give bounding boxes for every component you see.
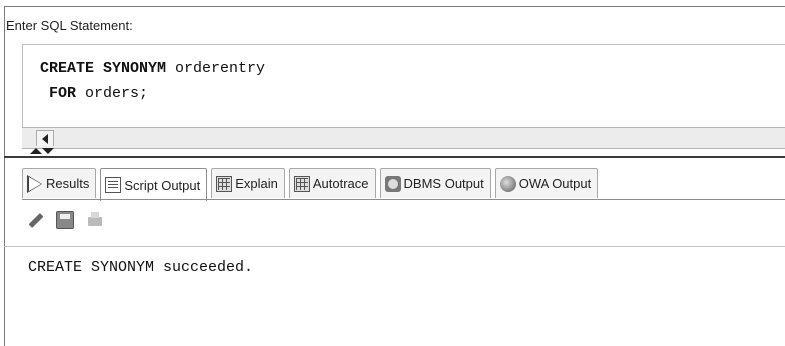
toolbar-divider: [4, 246, 785, 247]
sql-line-1: CREATE SYNONYM orderentry: [40, 60, 265, 77]
globe-icon: [499, 175, 516, 192]
tab-label: Explain: [235, 176, 278, 191]
script-output-text: CREATE SYNONYM succeeded.: [28, 259, 254, 276]
editor-horizontal-scrollbar[interactable]: [22, 127, 785, 149]
tab-label: Results: [46, 176, 90, 191]
save-disk-icon[interactable]: [56, 211, 74, 229]
sql-text[interactable]: CREATE SYNONYM orderentry FOR orders;: [40, 56, 265, 106]
autotrace-grid-icon: [293, 175, 310, 192]
tab-label: Autotrace: [312, 176, 369, 191]
tab-label: DBMS Output: [403, 176, 484, 191]
scroll-left-icon[interactable]: [36, 130, 54, 146]
tab-dbms-output[interactable]: DBMS Output: [379, 168, 491, 198]
editor-label: Enter SQL Statement:: [6, 18, 133, 33]
splitter-down-icon[interactable]: [42, 148, 54, 154]
sql-text-fragment: orderentry: [166, 60, 266, 77]
splitter-up-icon[interactable]: [30, 148, 42, 154]
sql-line-2: FOR orders;: [40, 85, 148, 102]
tab-script-output[interactable]: Script Output: [100, 168, 208, 201]
panel-divider[interactable]: [4, 156, 785, 158]
tabs-baseline: [22, 199, 785, 200]
play-icon: [27, 174, 43, 193]
output-tabs: Results Script Output Explain Autotrace …: [22, 168, 599, 201]
tab-label: Script Output: [124, 177, 201, 193]
tab-results[interactable]: Results: [22, 168, 97, 198]
dbms-icon: [384, 175, 401, 192]
document-icon: [105, 177, 122, 193]
sql-keyword: FOR: [40, 85, 77, 102]
explain-grid-icon: [216, 175, 233, 192]
tab-label: OWA Output: [518, 176, 592, 191]
sql-keyword: CREATE SYNONYM: [40, 60, 167, 77]
pencil-clear-icon[interactable]: [26, 211, 44, 229]
sql-text-fragment: orders;: [76, 85, 149, 102]
tab-owa-output[interactable]: OWA Output: [494, 168, 599, 198]
output-toolbar: [26, 209, 104, 231]
tab-explain[interactable]: Explain: [211, 168, 285, 198]
print-icon[interactable]: [86, 211, 104, 229]
tab-autotrace[interactable]: Autotrace: [288, 168, 376, 198]
